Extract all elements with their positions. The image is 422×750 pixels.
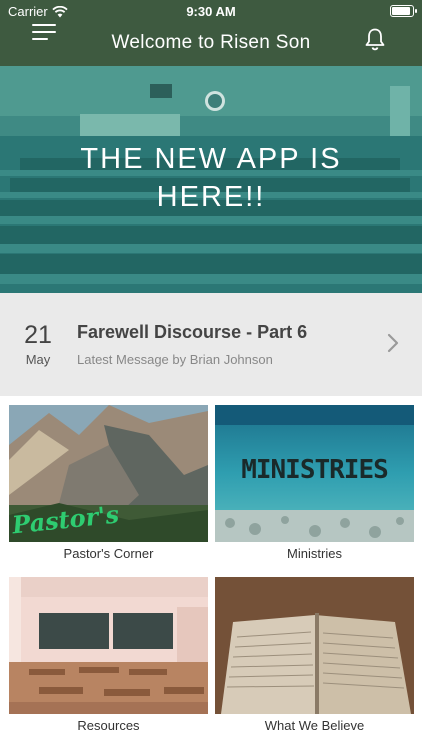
nav-title: Welcome to Risen Son: [111, 32, 311, 53]
tile-label-what-we-believe: What We Believe: [264, 718, 365, 733]
what-we-believe-image: [215, 577, 414, 714]
tile-resources[interactable]: Resources: [9, 577, 208, 737]
tile-pastors-corner[interactable]: Pastor's Pastor's Corner: [9, 405, 208, 565]
status-time: 9:30 AM: [186, 4, 236, 19]
app-screen: Carrier 9:30 AM Welcome to Risen Son THE…: [0, 0, 422, 750]
tile-label-pastors-corner: Pastor's Corner: [63, 546, 154, 561]
message-date-month: May: [25, 352, 51, 367]
notifications-button[interactable]: [364, 27, 386, 51]
message-title: Farewell Discourse - Part 6: [77, 322, 308, 342]
tile-ministries[interactable]: MINISTRIES Ministries: [215, 405, 414, 565]
hero-headline: THE NEW APP IS HERE!!: [0, 140, 422, 216]
status-bar: Carrier 9:30 AM: [0, 0, 422, 22]
message-subtitle: Latest Message by Brian Johnson: [77, 352, 273, 367]
hero-banner[interactable]: THE NEW APP IS HERE!!: [0, 66, 422, 293]
tile-label-ministries: Ministries: [287, 546, 342, 561]
battery-icon: [390, 5, 417, 17]
latest-message-row[interactable]: 21 May Farewell Discourse - Part 6 Lates…: [0, 293, 422, 396]
tile-label-resources: Resources: [77, 718, 140, 733]
top-bar: Carrier 9:30 AM Welcome to Risen Son: [0, 0, 422, 66]
ministries-overlay-text: MINISTRIES: [241, 455, 389, 485]
hero-line-2: HERE!!: [156, 181, 266, 213]
pastors-corner-image: Pastor's: [9, 405, 208, 542]
ministries-image: MINISTRIES: [215, 405, 414, 542]
chevron-right-icon: [387, 333, 399, 353]
hero-line-1: THE NEW APP IS: [80, 143, 342, 175]
bell-icon: [365, 28, 385, 51]
resources-image: [9, 577, 208, 714]
tile-what-we-believe[interactable]: What We Believe: [215, 577, 414, 737]
message-date-day: 21: [24, 321, 52, 349]
